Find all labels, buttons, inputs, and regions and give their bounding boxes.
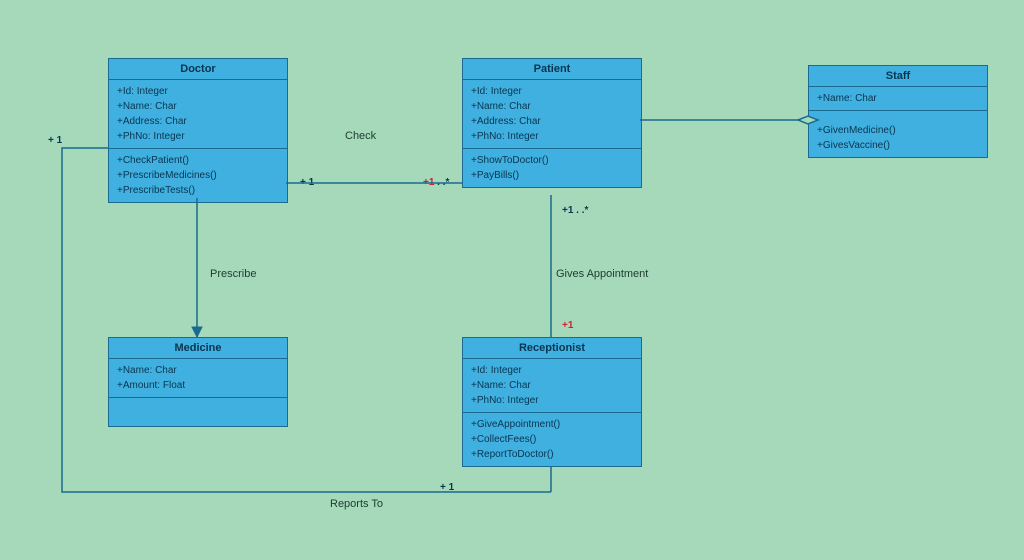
class-attrs: +Id: Integer +Name: Char +PhNo: Integer [463,359,641,413]
class-title: Staff [809,66,987,87]
class-ops [109,398,287,426]
class-ops: +CheckPatient() +PrescribeMedicines() +P… [109,149,287,202]
class-attrs: +Id: Integer +Name: Char +Address: Char … [109,80,287,149]
class-title: Medicine [109,338,287,359]
class-receptionist: Receptionist +Id: Integer +Name: Char +P… [462,337,642,467]
class-title: Patient [463,59,641,80]
mult-doctor-check: + 1 [300,177,314,188]
label-reports-to: Reports To [330,498,383,510]
class-staff: Staff +Name: Char +GivenMedicine() +Give… [808,65,988,158]
class-ops: +GiveAppointment() +CollectFees() +Repor… [463,413,641,466]
class-title: Receptionist [463,338,641,359]
mult-patient-appt: +1 . .* [562,205,588,216]
mult-patient-check: +1 . .* [423,177,449,188]
mult-doctor-reports: + 1 [48,135,62,146]
mult-receptionist-reports: + 1 [440,482,454,493]
class-medicine: Medicine +Name: Char +Amount: Float [108,337,288,427]
mult-receptionist-appt: +1 [562,320,573,331]
label-gives-appointment: Gives Appointment [556,268,648,280]
class-patient: Patient +Id: Integer +Name: Char +Addres… [462,58,642,188]
label-check: Check [345,130,376,142]
class-attrs: +Name: Char +Amount: Float [109,359,287,398]
label-prescribe: Prescribe [210,268,256,280]
class-ops: +GivenMedicine() +GivesVaccine() [809,111,987,157]
class-ops: +ShowToDoctor() +PayBills() [463,149,641,187]
class-title: Doctor [109,59,287,80]
class-attrs: +Id: Integer +Name: Char +Address: Char … [463,80,641,149]
class-doctor: Doctor +Id: Integer +Name: Char +Address… [108,58,288,203]
class-attrs: +Name: Char [809,87,987,111]
